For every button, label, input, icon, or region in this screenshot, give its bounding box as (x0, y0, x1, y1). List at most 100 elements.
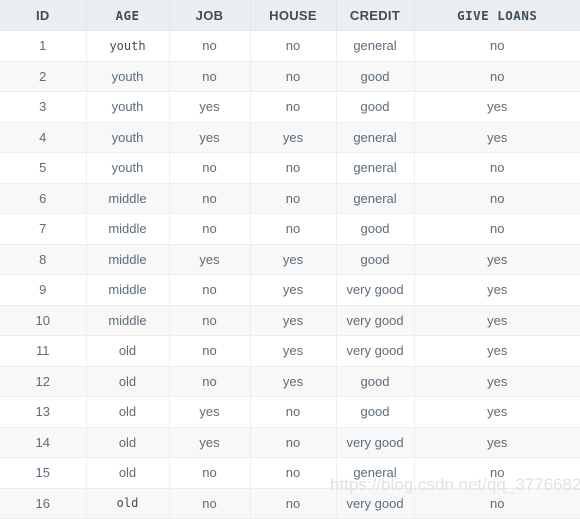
cell-credit: good (336, 366, 415, 397)
cell-age: old (86, 335, 170, 367)
column-header-give-loans[interactable]: GIVE LOANS (414, 0, 580, 31)
cell-id: 11 (0, 335, 87, 367)
cell-give-loans: no (414, 213, 580, 245)
cell-credit: very good (336, 305, 415, 336)
cell-id: 6 (0, 183, 87, 214)
table-row[interactable]: 3 youth yes no good yes (0, 91, 580, 123)
cell-house: no (250, 152, 337, 184)
cell-job: no (169, 488, 251, 519)
cell-give-loans: no (414, 457, 580, 489)
cell-give-loans: yes (414, 396, 580, 428)
cell-id: 15 (0, 457, 87, 489)
cell-credit: general (336, 122, 415, 153)
cell-job: no (169, 274, 251, 306)
cell-house: no (250, 61, 337, 92)
table-row[interactable]: 6 middle no no general no (0, 183, 580, 214)
table-row[interactable]: 11 old no yes very good yes (0, 335, 580, 367)
cell-age: middle (86, 244, 170, 275)
cell-credit: good (336, 213, 415, 245)
cell-id: 16 (0, 488, 87, 519)
table-row[interactable]: 2 youth no no good no (0, 61, 580, 92)
cell-job: yes (169, 91, 251, 123)
column-header-credit[interactable]: CREDIT (336, 0, 415, 31)
cell-give-loans: yes (414, 91, 580, 123)
cell-house: no (250, 91, 337, 123)
cell-age: old (86, 396, 170, 428)
cell-age: old (86, 488, 170, 519)
table-row[interactable]: 1 youth no no general no (0, 30, 580, 62)
column-header-job[interactable]: JOB (169, 0, 251, 31)
cell-house: yes (250, 305, 337, 336)
cell-give-loans: yes (414, 427, 580, 458)
cell-job: yes (169, 244, 251, 275)
cell-house: yes (250, 122, 337, 153)
cell-id: 8 (0, 244, 87, 275)
cell-age: youth (86, 61, 170, 92)
cell-id: 7 (0, 213, 87, 245)
table-row[interactable]: 13 old yes no good yes (0, 396, 580, 428)
cell-age: youth (86, 91, 170, 123)
cell-age: youth (86, 122, 170, 153)
cell-house: no (250, 488, 337, 519)
cell-house: yes (250, 335, 337, 367)
table-row[interactable]: 9 middle no yes very good yes (0, 274, 580, 306)
table-row[interactable]: 14 old yes no very good yes (0, 427, 580, 458)
cell-job: no (169, 213, 251, 245)
table-row[interactable]: 12 old no yes good yes (0, 366, 580, 397)
cell-id: 14 (0, 427, 87, 458)
cell-age: middle (86, 274, 170, 306)
cell-give-loans: yes (414, 305, 580, 336)
cell-give-loans: no (414, 30, 580, 62)
cell-id: 4 (0, 122, 87, 153)
table-row[interactable]: 5 youth no no general no (0, 152, 580, 184)
table-header-row: ID AGE JOB HOUSE CREDIT GIVE LOANS (0, 0, 580, 31)
cell-give-loans: no (414, 183, 580, 214)
cell-house: no (250, 183, 337, 214)
table-row[interactable]: 4 youth yes yes general yes (0, 122, 580, 153)
cell-age: old (86, 366, 170, 397)
cell-job: yes (169, 396, 251, 428)
cell-credit: very good (336, 488, 415, 519)
table-row[interactable]: 7 middle no no good no (0, 213, 580, 245)
cell-credit: very good (336, 427, 415, 458)
column-header-id[interactable]: ID (0, 0, 87, 31)
cell-house: no (250, 213, 337, 245)
cell-house: yes (250, 366, 337, 397)
cell-give-loans: no (414, 61, 580, 92)
cell-age: middle (86, 305, 170, 336)
cell-credit: very good (336, 335, 415, 367)
cell-give-loans: yes (414, 244, 580, 275)
cell-house: yes (250, 274, 337, 306)
cell-credit: general (336, 183, 415, 214)
cell-credit: good (336, 244, 415, 275)
table-row[interactable]: 15 old no no general no (0, 457, 580, 489)
cell-job: yes (169, 427, 251, 458)
cell-credit: good (336, 61, 415, 92)
cell-give-loans: yes (414, 274, 580, 306)
cell-id: 2 (0, 61, 87, 92)
cell-house: yes (250, 244, 337, 275)
column-header-age[interactable]: AGE (86, 0, 170, 31)
cell-house: no (250, 30, 337, 62)
table-row[interactable]: 16 old no no very good no (0, 488, 580, 519)
cell-age: youth (86, 30, 170, 62)
cell-job: no (169, 457, 251, 489)
data-table-container: ID AGE JOB HOUSE CREDIT GIVE LOANS 1 youth no no… (0, 0, 580, 519)
column-header-house[interactable]: HOUSE (250, 0, 337, 31)
table-row[interactable]: 10 middle no yes very good yes (0, 305, 580, 336)
cell-house: no (250, 457, 337, 489)
cell-give-loans: no (414, 488, 580, 519)
cell-id: 9 (0, 274, 87, 306)
cell-job: no (169, 335, 251, 367)
cell-job: no (169, 366, 251, 397)
cell-id: 13 (0, 396, 87, 428)
cell-credit: good (336, 396, 415, 428)
cell-job: no (169, 61, 251, 92)
table-row[interactable]: 8 middle yes yes good yes (0, 244, 580, 275)
cell-credit: general (336, 457, 415, 489)
cell-house: no (250, 396, 337, 428)
cell-job: no (169, 30, 251, 62)
cell-credit: good (336, 91, 415, 123)
cell-age: middle (86, 213, 170, 245)
cell-age: old (86, 457, 170, 489)
